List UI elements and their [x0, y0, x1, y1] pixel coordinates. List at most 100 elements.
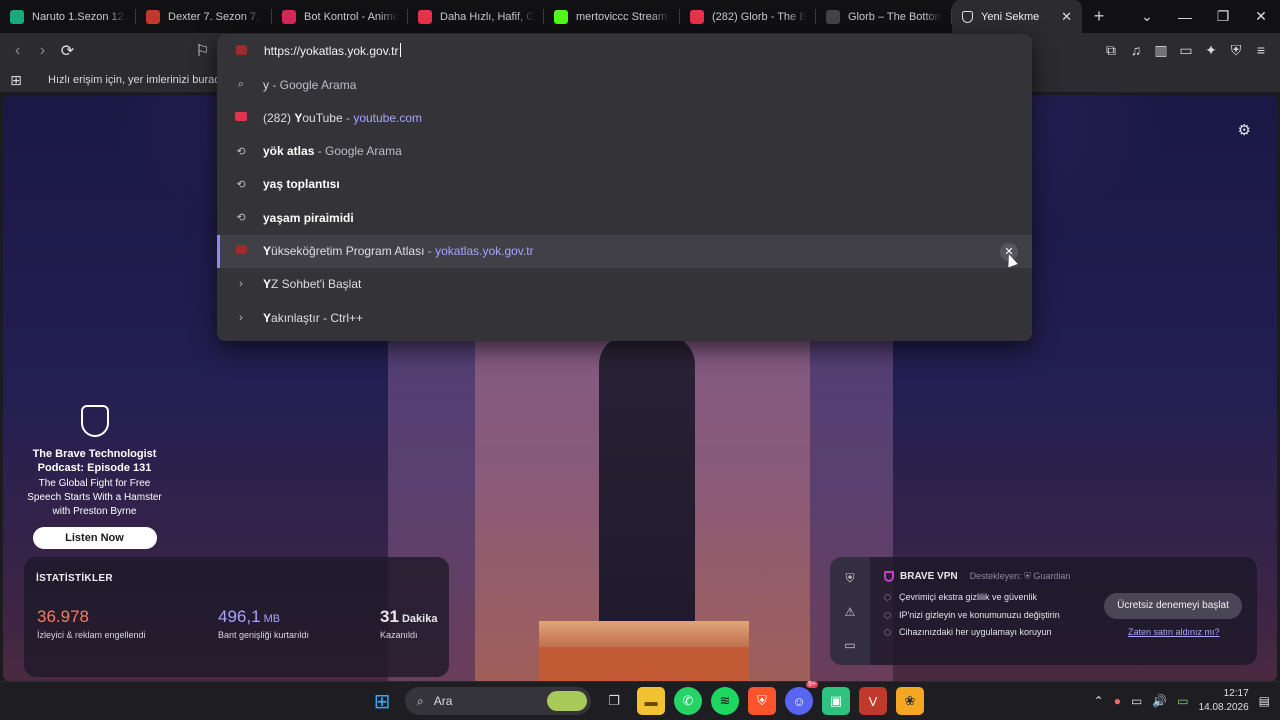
- tab-close-icon[interactable]: ✕: [1061, 9, 1072, 25]
- vpn-title-row: BRAVE VPN Destekleyen: ⛨ Guardian: [884, 571, 1070, 582]
- listen-now-button[interactable]: Listen Now: [32, 527, 157, 549]
- brave-browser-icon[interactable]: ⛨: [748, 687, 776, 715]
- stat-label: Bant genişliği kurtarıldı: [218, 630, 310, 640]
- suggestion-item[interactable]: ⟲ yök atlas - Google Arama: [217, 135, 1032, 168]
- chevron-right-icon: ›: [239, 278, 243, 291]
- leo-ai-icon[interactable]: ✦: [1200, 38, 1222, 62]
- spotify-icon[interactable]: ≋: [711, 687, 739, 715]
- tab-list: Naruto 1.Sezon 12. B Dexter 7. Sezon 7. B…: [0, 0, 952, 33]
- forward-button[interactable]: ›: [30, 38, 55, 63]
- twitch-tracker-icon[interactable]: ▣: [822, 687, 850, 715]
- suggestion-match: yaşam piraimidi: [263, 210, 354, 225]
- background-pedestal-top: [539, 621, 749, 647]
- site-favicon-icon: [236, 45, 247, 55]
- history-icon: ⟲: [236, 145, 246, 158]
- suggestion-item[interactable]: › Yakınlaştır - Ctrl++: [217, 301, 1032, 334]
- taskbar-apps: ⊞ ⌕ Ara ❐ ▬ ✆ ≋ ⛨ ☺ 9+ ▣ V ❀: [368, 681, 924, 715]
- whatsapp-icon[interactable]: ✆: [674, 687, 702, 715]
- back-button[interactable]: ‹: [5, 38, 30, 63]
- clock[interactable]: 12:17 14.08.2026: [1199, 687, 1249, 715]
- tab-title: Yeni Sekme: [981, 10, 1040, 23]
- bookmark-icon[interactable]: ⚐: [190, 38, 215, 63]
- tab-title: (282) Glorb - The Bot: [712, 10, 806, 23]
- tray-overflow-icon[interactable]: ⌃: [1094, 694, 1104, 708]
- stat-time: 31 Dakika Kazanıldı: [380, 607, 437, 640]
- microphone-icon[interactable]: ●: [1114, 694, 1121, 708]
- stat-value: 36.978: [37, 607, 89, 626]
- suggestion-item[interactable]: Yükseköğretim Program Atlası - yokatlas.…: [217, 234, 1032, 268]
- tab-active[interactable]: Yeni Sekme ✕: [952, 0, 1082, 33]
- vpn-feature: IP'nizi gizleyin ve konumunuzu değiştiri…: [884, 607, 1070, 625]
- background-figure: [599, 335, 695, 625]
- suggestion-source: - Google Arama: [269, 77, 357, 92]
- minimize-button[interactable]: —: [1166, 9, 1204, 25]
- suggestion-item[interactable]: ⌕ y - Google Arama: [217, 68, 1032, 101]
- menu-icon[interactable]: ≡: [1250, 38, 1272, 62]
- battery-icon[interactable]: ▭: [1177, 694, 1188, 708]
- suggestion-label: yaşam piraimidi: [263, 211, 354, 225]
- task-view-icon[interactable]: ❐: [600, 687, 628, 715]
- history-icon: ⟲: [236, 178, 246, 191]
- tab[interactable]: mertoviccc Stream - T: [544, 0, 680, 33]
- windows-start-icon[interactable]: ⊞: [368, 687, 396, 715]
- search-placeholder: Ara: [433, 694, 453, 708]
- vpn-tab-icon[interactable]: ⛨: [845, 571, 854, 586]
- fl-studio-icon[interactable]: ❀: [896, 687, 924, 715]
- wallet-icon[interactable]: ▭: [1175, 38, 1197, 62]
- maximize-button[interactable]: ❐: [1204, 8, 1242, 25]
- taskbar: ⊞ ⌕ Ara ❐ ▬ ✆ ≋ ⛨ ☺ 9+ ▣ V ❀ ⌃ ● ▭ 🔊 ▭ 12…: [0, 681, 1280, 720]
- tab-search-dropdown-icon[interactable]: ⌄: [1128, 8, 1166, 25]
- tab[interactable]: (282) Glorb - The Bot: [680, 0, 816, 33]
- vpn-shield-icon[interactable]: ⛨: [1225, 38, 1247, 62]
- suggestion-label: yök atlas - Google Arama: [263, 144, 402, 158]
- tab-favicon-icon: [146, 9, 160, 24]
- tab[interactable]: Bot Kontrol - Anime İ: [272, 0, 408, 33]
- stat-label: İzleyici & reklam engellendi: [37, 630, 146, 640]
- network-icon[interactable]: ▭: [1131, 694, 1142, 708]
- stat-label: Kazanıldı: [380, 630, 418, 640]
- media-icon[interactable]: ♫: [1125, 38, 1147, 62]
- valorant-icon[interactable]: V: [859, 687, 887, 715]
- vpn-features: Çevrimiçi ekstra gizlilik ve güvenlik IP…: [884, 589, 1070, 642]
- suggestion-item[interactable]: ⟲ yaş toplantısı: [217, 168, 1032, 201]
- file-explorer-icon[interactable]: ▬: [637, 687, 665, 715]
- suggestion-source: -: [424, 244, 436, 258]
- stat-unit: MB: [260, 613, 281, 625]
- suggestion-match: Y: [263, 277, 272, 292]
- suggestion-match: yök atlas: [263, 144, 315, 159]
- vpn-widget: ⛨ ⚠ ▭ BRAVE VPN Destekleyen: ⛨ Guardian …: [830, 557, 1257, 665]
- close-window-button[interactable]: ✕: [1242, 8, 1280, 25]
- stats-widget: İSTATİSTİKLER 36.978 İzleyici & reklam e…: [24, 557, 449, 677]
- tab[interactable]: Daha Hızlı, Hafif, Güv: [408, 0, 544, 33]
- taskbar-search[interactable]: ⌕ Ara: [405, 687, 591, 715]
- start-trial-button[interactable]: Ücretsiz denemeyi başlat: [1104, 593, 1242, 619]
- stats-header: İSTATİSTİKLER: [36, 573, 113, 584]
- tab[interactable]: Dexter 7. Sezon 7. Bö: [136, 0, 272, 33]
- podcast-promo: The Brave Technologist Podcast: Episode …: [23, 405, 166, 549]
- settings-gear-icon[interactable]: ⚙: [1238, 121, 1251, 139]
- suggestion-item[interactable]: (282) YouTube - youtube.com: [217, 101, 1032, 134]
- reload-button[interactable]: ⟳: [55, 38, 80, 63]
- tab-title: Dexter 7. Sezon 7. Bö: [168, 10, 262, 23]
- already-purchased-link[interactable]: Zaten satın aldınız mı?: [1128, 627, 1220, 637]
- suggestion-match: yaş toplantısı: [263, 177, 340, 192]
- suggestion-item[interactable]: › YZ Sohbet'i Başlat: [217, 268, 1032, 301]
- discord-badge: 9+: [806, 681, 818, 688]
- video-tab-icon[interactable]: ▭: [844, 638, 855, 652]
- suggestion-url: yokatlas.yok.gov.tr: [435, 244, 534, 258]
- brave-lion-icon: [80, 405, 109, 437]
- tab[interactable]: Glorb – The Bottom 2: [816, 0, 952, 33]
- suggestion-item[interactable]: ⟲ yaşam piraimidi: [217, 201, 1032, 234]
- address-bar[interactable]: https://yokatlas.yok.gov.tr: [217, 34, 1032, 67]
- apps-grid-icon[interactable]: ⊞: [0, 72, 32, 89]
- sidebar-icon[interactable]: ▥: [1150, 38, 1172, 62]
- tab[interactable]: Naruto 1.Sezon 12. B: [0, 0, 136, 33]
- new-tab-button[interactable]: +: [1082, 6, 1116, 27]
- stat-unit: Dakika: [398, 613, 438, 625]
- warning-tab-icon[interactable]: ⚠: [845, 605, 856, 619]
- vpn-sponsor: Destekleyen: ⛨ Guardian: [969, 571, 1071, 581]
- notifications-icon[interactable]: ▤: [1259, 694, 1270, 708]
- extensions-icon[interactable]: ⧉: [1100, 38, 1122, 62]
- discord-icon[interactable]: ☺ 9+: [785, 681, 818, 715]
- volume-icon[interactable]: 🔊: [1152, 694, 1167, 708]
